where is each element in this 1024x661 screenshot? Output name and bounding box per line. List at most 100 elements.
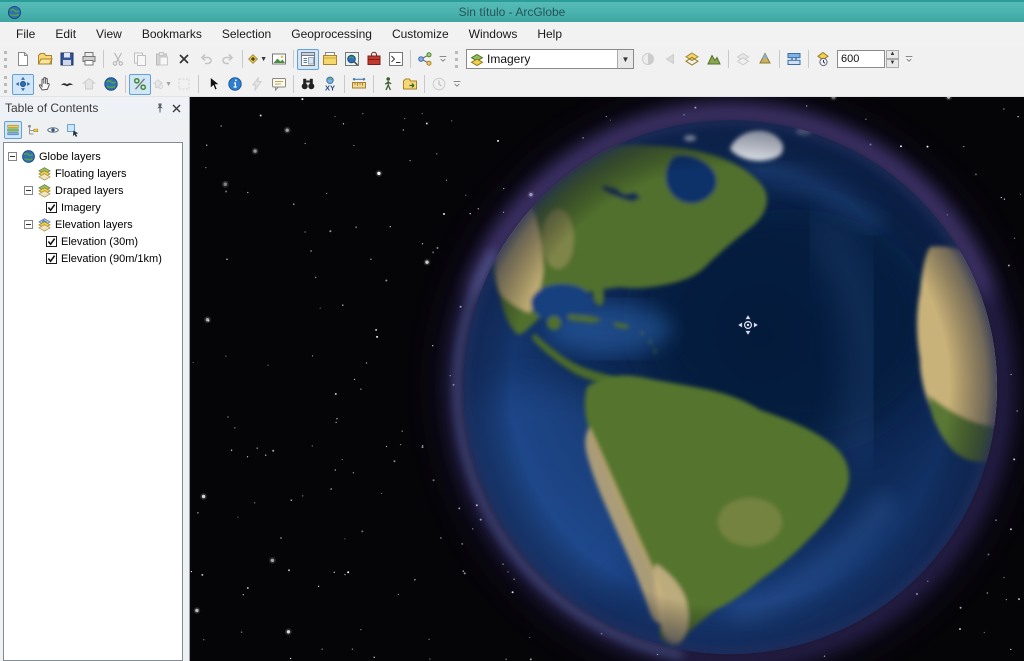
select-features-button[interactable] xyxy=(202,74,224,95)
list-by-drawing-order-button[interactable] xyxy=(4,121,22,139)
python-window-button[interactable] xyxy=(385,49,407,70)
pan-button[interactable] xyxy=(34,74,56,95)
new-document-button[interactable] xyxy=(12,49,34,70)
fixed-zoom-button[interactable] xyxy=(173,74,195,95)
fixed-zoom-icon xyxy=(176,76,192,92)
toc-tree-item-elevation-30m[interactable]: Elevation (30m) xyxy=(4,233,182,250)
toc-tree-item-elevation-90m-1km[interactable]: Elevation (90m/1km) xyxy=(4,250,182,267)
layer-symbology-button[interactable] xyxy=(754,49,776,70)
toc-tree-item-elevation-layers[interactable]: Elevation layers xyxy=(4,216,182,233)
navigation-mode-button[interactable] xyxy=(129,74,151,95)
toolbar-grip[interactable] xyxy=(4,76,9,93)
center-on-target-button[interactable] xyxy=(78,74,100,95)
copy-button[interactable] xyxy=(129,49,151,70)
open-viewer-button[interactable] xyxy=(399,74,421,95)
table-of-contents-window-button[interactable] xyxy=(297,49,319,70)
layer-combo[interactable]: Imagery▼ xyxy=(466,49,634,69)
print-button[interactable] xyxy=(78,49,100,70)
list-by-source-button[interactable] xyxy=(24,121,42,139)
menu-item-edit[interactable]: Edit xyxy=(45,24,86,44)
svg-text:XY: XY xyxy=(325,84,335,93)
navigate-button[interactable] xyxy=(12,74,34,95)
paste-button[interactable] xyxy=(151,49,173,70)
combo-dropdown-arrow[interactable]: ▼ xyxy=(617,50,633,68)
measure-icon xyxy=(351,76,367,92)
menu-item-customize[interactable]: Customize xyxy=(382,24,459,44)
list-by-visibility-button[interactable] xyxy=(44,121,62,139)
navigation-mode-icon xyxy=(132,76,148,92)
toolbar-grip[interactable] xyxy=(455,51,460,68)
close-panel-button[interactable] xyxy=(168,100,184,116)
spinner-up-button[interactable]: ▲ xyxy=(886,50,899,59)
search-window-button[interactable] xyxy=(341,49,363,70)
catalog-window-button[interactable] xyxy=(319,49,341,70)
collapse-expander[interactable] xyxy=(8,152,17,161)
undo-button[interactable] xyxy=(195,49,217,70)
menu-item-geoprocessing[interactable]: Geoprocessing xyxy=(281,24,382,44)
standard-toolbar: ▼ xyxy=(0,46,451,72)
list-by-selection-button[interactable] xyxy=(64,121,82,139)
menu-item-bookmarks[interactable]: Bookmarks xyxy=(132,24,212,44)
globe-viewport[interactable] xyxy=(190,97,1024,661)
save-button[interactable] xyxy=(56,49,78,70)
brightness-button[interactable] xyxy=(637,49,659,70)
spinner-down-button[interactable]: ▼ xyxy=(886,59,899,68)
layer-visibility-checkbox[interactable] xyxy=(46,202,57,213)
viewer-window-button[interactable] xyxy=(268,49,290,70)
toolbar-overflow-button[interactable] xyxy=(450,74,463,95)
arcglobe-window: Sin título - ArcGlobe FileEditViewBookma… xyxy=(0,0,1024,661)
checkmark-icon xyxy=(47,203,56,212)
full-extent-button[interactable] xyxy=(100,74,122,95)
toc-tree-item-draped-layers[interactable]: Draped layers xyxy=(4,182,182,199)
measure-button[interactable] xyxy=(348,74,370,95)
globe-cache-button[interactable] xyxy=(812,49,834,70)
go-to-xy-button[interactable]: XY xyxy=(319,74,341,95)
menu-item-view[interactable]: View xyxy=(86,24,132,44)
delete-button[interactable] xyxy=(173,49,195,70)
redo-button[interactable] xyxy=(217,49,239,70)
open-file-button[interactable] xyxy=(34,49,56,70)
collapse-expander[interactable] xyxy=(24,220,33,229)
modelbuilder-window-button[interactable] xyxy=(414,49,436,70)
identify-button[interactable] xyxy=(224,74,246,95)
base-heights-button[interactable] xyxy=(703,49,725,70)
toolbar-grip[interactable] xyxy=(4,51,9,68)
animation-clock-button[interactable] xyxy=(428,74,450,95)
pin-panel-button[interactable] xyxy=(152,100,168,116)
fly-button[interactable] xyxy=(56,74,78,95)
menu-item-help[interactable]: Help xyxy=(527,24,572,44)
layer-properties-button[interactable] xyxy=(732,49,754,70)
toolbar-overflow-button[interactable] xyxy=(902,49,915,70)
collapse-expander[interactable] xyxy=(24,186,33,195)
find-button[interactable] xyxy=(297,74,319,95)
cut-button[interactable] xyxy=(107,49,129,70)
layer-transparency-button[interactable] xyxy=(681,49,703,70)
layer-visibility-checkbox[interactable] xyxy=(46,253,57,264)
arctoolbox-window-button[interactable] xyxy=(363,49,385,70)
checkmark-icon xyxy=(47,254,56,263)
add-data-button[interactable]: ▼ xyxy=(246,49,268,70)
tools-toolbar: ▼ XY xyxy=(0,72,465,96)
menu-item-windows[interactable]: Windows xyxy=(459,24,528,44)
zoom-to-target-button[interactable]: ▼ xyxy=(151,74,173,95)
title-bar[interactable]: Sin título - ArcGlobe xyxy=(0,0,1024,22)
swap-environments-button[interactable] xyxy=(783,49,805,70)
menu-item-file[interactable]: File xyxy=(6,24,45,44)
center-on-target-icon xyxy=(81,76,97,92)
menu-item-selection[interactable]: Selection xyxy=(212,24,281,44)
delete-icon xyxy=(176,51,192,67)
toolbar-row-2: ▼ XY xyxy=(0,72,1024,97)
layer-visibility-checkbox[interactable] xyxy=(46,236,57,247)
spinner-value[interactable]: 600 xyxy=(837,50,885,68)
cache-scale-spinner[interactable]: 600▲▼ xyxy=(837,50,899,68)
walk-button[interactable] xyxy=(377,74,399,95)
find-icon xyxy=(300,76,316,92)
contrast-button[interactable] xyxy=(659,49,681,70)
toc-tree-item-imagery[interactable]: Imagery xyxy=(4,199,182,216)
toolbar-separator xyxy=(373,75,374,93)
toc-tree-item-globe-layers[interactable]: Globe layers xyxy=(4,148,182,165)
toc-tree-item-floating-layers[interactable]: Floating layers xyxy=(4,165,182,182)
toolbar-overflow-button[interactable] xyxy=(436,49,449,70)
html-popup-button[interactable] xyxy=(268,74,290,95)
hyperlink-button[interactable] xyxy=(246,74,268,95)
